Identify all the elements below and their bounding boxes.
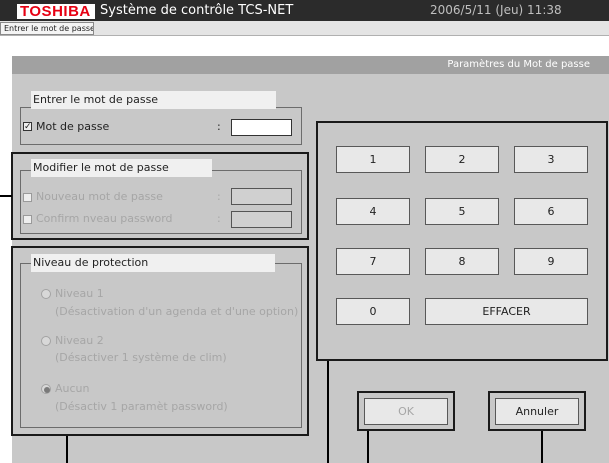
new-password-checkbox [23, 193, 32, 202]
level1-radio [41, 289, 51, 299]
colon: : [217, 212, 221, 225]
level1-description: (Désactivation d'un agenda et d'une opti… [55, 305, 299, 318]
date-time: 2006/5/11 (Jeu) 11:38 [430, 3, 562, 17]
ok-button[interactable]: OK [364, 398, 448, 425]
confirm-password-label: Confirm nveau password [36, 212, 173, 225]
protection-legend: Niveau de protection [31, 254, 275, 272]
spacer [0, 37, 609, 56]
level2-description: (Désactiver 1 système de clim) [55, 351, 227, 364]
key-8[interactable]: 8 [425, 248, 499, 275]
key-6[interactable]: 6 [514, 198, 588, 225]
key-0[interactable]: 0 [336, 298, 410, 325]
app-title: Système de contrôle TCS-NET [100, 3, 294, 18]
toshiba-logo: TOSHIBA [17, 4, 95, 19]
new-password-label: Nouveau mot de passe [36, 190, 163, 203]
key-5[interactable]: 5 [425, 198, 499, 225]
password-label: Mot de passe [36, 120, 110, 133]
password-checkbox[interactable]: ✓ [23, 122, 32, 132]
new-password-input [231, 188, 292, 205]
level2-title: Niveau 2 [55, 334, 104, 347]
page-title: Paramètres du Mot de passe [447, 59, 590, 70]
colon: : [217, 120, 221, 133]
none-title: Aucun [55, 382, 90, 395]
none-description: (Désactiv 1 paramèt password) [55, 400, 228, 413]
key-7[interactable]: 7 [336, 248, 410, 275]
key-1[interactable]: 1 [336, 146, 410, 173]
level1-title: Niveau 1 [55, 287, 104, 300]
level2-radio [41, 336, 51, 346]
key-4[interactable]: 4 [336, 198, 410, 225]
callout-line-modify [0, 195, 12, 197]
key-2[interactable]: 2 [425, 146, 499, 173]
password-input[interactable] [231, 119, 292, 136]
callout-line-keypad [327, 361, 329, 463]
clear-button[interactable]: EFFACER [425, 298, 588, 325]
breadcrumb-tab[interactable]: Entrer le mot de passe [0, 22, 94, 35]
key-9[interactable]: 9 [514, 248, 588, 275]
cancel-button[interactable]: Annuler [495, 398, 579, 425]
key-3[interactable]: 3 [514, 146, 588, 173]
callout-line-protection [66, 436, 68, 463]
callout-line-ok [367, 431, 369, 463]
colon: : [217, 190, 221, 203]
confirm-password-checkbox [23, 215, 32, 224]
modify-password-legend: Modifier le mot de passe [31, 159, 212, 177]
enter-password-legend: Entrer le mot de passe [31, 91, 276, 109]
none-radio [41, 384, 51, 394]
confirm-password-input [231, 211, 292, 228]
callout-line-cancel [541, 431, 543, 463]
